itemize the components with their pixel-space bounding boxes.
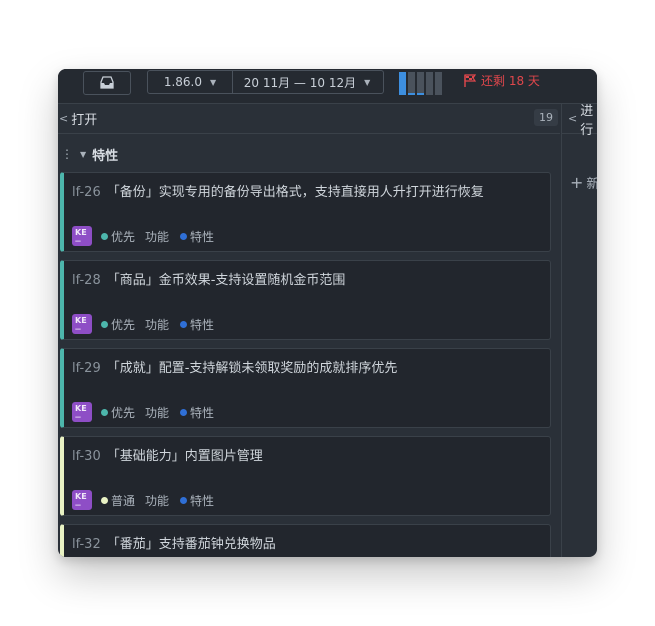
column-title: 进行 xyxy=(580,103,594,138)
column-title: 打开 xyxy=(71,113,98,128)
tag-dot-icon xyxy=(180,320,188,328)
tag-dot-icon xyxy=(180,408,188,416)
type-label[interactable]: 功能 xyxy=(145,404,169,421)
priority-text: 优先 xyxy=(111,405,136,420)
progress-segment xyxy=(408,72,415,95)
tag-text: 特性 xyxy=(190,405,215,420)
drag-handle-icon[interactable]: ⋮ xyxy=(61,147,73,161)
date-range-select[interactable]: 20 11月 — 10 12月 ▼ xyxy=(231,70,384,94)
tag-label[interactable]: 特性 xyxy=(180,404,214,421)
inbox-button[interactable] xyxy=(83,71,131,95)
tag-label[interactable]: 特性 xyxy=(180,316,214,333)
type-label[interactable]: 功能 xyxy=(145,228,169,245)
plus-icon: + xyxy=(570,173,584,192)
tag-text: 特性 xyxy=(190,229,215,244)
priority-text: 优先 xyxy=(111,317,136,332)
progress-segment xyxy=(426,72,433,95)
priority-dot-icon xyxy=(101,408,108,416)
type-label[interactable]: 功能 xyxy=(145,316,169,333)
caret-down-icon: ▼ xyxy=(364,77,371,87)
progress-segment xyxy=(417,72,424,95)
type-label[interactable]: 功能 xyxy=(145,492,169,509)
tag-text: 特性 xyxy=(190,317,215,332)
priority-dot-icon xyxy=(101,232,108,240)
tag-label[interactable]: 特性 xyxy=(180,492,214,509)
progress-segment xyxy=(435,72,442,95)
card-meta: KE — 优先 功能 特性 xyxy=(72,226,214,246)
priority-label[interactable]: 普通 xyxy=(101,492,135,509)
issue-title: 「基础能力」内置图片管理 xyxy=(106,449,263,464)
version-select[interactable]: 1.86.0 ▼ xyxy=(147,70,233,94)
card-title: lf-26 「备份」实现专用的备份导出格式，支持直接用人升打开进行恢复 xyxy=(72,181,484,200)
chevron-left-icon[interactable]: < xyxy=(59,112,68,125)
issue-card[interactable]: lf-32 「番茄」支持番茄钟兑换物品 xyxy=(60,524,551,557)
priority-label[interactable]: 优先 xyxy=(101,404,135,421)
issue-id: lf-30 xyxy=(72,449,101,464)
avatar-initials: KE xyxy=(75,316,87,325)
priority-label[interactable]: 优先 xyxy=(101,316,135,333)
tag-label[interactable]: 特性 xyxy=(180,228,214,245)
card-title: lf-32 「番茄」支持番茄钟兑换物品 xyxy=(72,533,276,552)
avatar-initials: KE xyxy=(75,228,87,237)
triangle-down-icon[interactable]: ▼ xyxy=(80,150,86,159)
priority-dot-icon xyxy=(101,496,108,504)
tag-dot-icon xyxy=(180,496,188,504)
avatar[interactable]: KE — xyxy=(72,402,92,422)
issue-title: 「番茄」支持番茄钟兑换物品 xyxy=(106,537,276,552)
new-issue-button[interactable]: + 新 xyxy=(570,173,597,192)
card-title: lf-29 「成就」配置-支持解锁未领取奖励的成就排序优先 xyxy=(72,357,397,376)
priority-text: 普通 xyxy=(111,493,136,508)
priority-dot-icon xyxy=(101,320,108,328)
chevron-left-icon[interactable]: < xyxy=(568,112,577,125)
card-title: lf-30 「基础能力」内置图片管理 xyxy=(72,445,263,464)
priority-text: 优先 xyxy=(111,229,136,244)
issue-id: lf-28 xyxy=(72,273,101,288)
avatar[interactable]: KE — xyxy=(72,314,92,334)
issue-card[interactable]: lf-26 「备份」实现专用的备份导出格式，支持直接用人升打开进行恢复 KE — 优… xyxy=(60,172,551,252)
issue-id: lf-32 xyxy=(72,537,101,552)
avatar-initials: KE xyxy=(75,404,87,413)
inbox-icon xyxy=(100,76,114,89)
tag-dot-icon xyxy=(180,232,188,240)
issue-id: lf-29 xyxy=(72,361,101,376)
card-meta: KE — 优先 功能 特性 xyxy=(72,402,214,422)
cycle-progress xyxy=(399,72,449,95)
column-count-badge: 19 xyxy=(534,109,558,126)
column-header-in-progress[interactable]: < 进行 xyxy=(561,104,597,138)
avatar[interactable]: KE — xyxy=(72,226,92,246)
avatar[interactable]: KE — xyxy=(72,490,92,510)
column-header-open[interactable]: < 打开 19 xyxy=(58,104,560,134)
issue-card[interactable]: lf-30 「基础能力」内置图片管理 KE — 普通 功能 特性 xyxy=(60,436,551,516)
card-title: lf-28 「商品」金币效果-支持设置随机金币范围 xyxy=(72,269,345,288)
card-meta: KE — 优先 功能 特性 xyxy=(72,314,214,334)
issue-id: lf-26 xyxy=(72,185,101,200)
avatar-initials: KE xyxy=(75,492,87,501)
tag-text: 特性 xyxy=(190,493,215,508)
issue-card[interactable]: lf-28 「商品」金币效果-支持设置随机金币范围 KE — 优先 功能 特性 xyxy=(60,260,551,340)
issue-title: 「商品」金币效果-支持设置随机金币范围 xyxy=(106,273,346,288)
app-window: 1.86.0 ▼ 20 11月 — 10 12月 ▼ 还剩 18 天 < 打开 … xyxy=(58,69,597,557)
issue-title: 「成就」配置-支持解锁未领取奖励的成就排序优先 xyxy=(106,361,398,376)
priority-label[interactable]: 优先 xyxy=(101,228,135,245)
issue-title: 「备份」实现专用的备份导出格式，支持直接用人升打开进行恢复 xyxy=(106,185,484,200)
column-divider xyxy=(561,133,562,557)
date-range-label: 20 11月 — 10 12月 xyxy=(243,75,357,90)
remaining-label: 还剩 18 天 xyxy=(481,74,540,88)
progress-segment xyxy=(399,72,406,95)
group-header[interactable]: ⋮ ▼ 特性 xyxy=(58,145,119,164)
card-meta: KE — 普通 功能 特性 xyxy=(72,490,214,510)
toolbar: 1.86.0 ▼ 20 11月 — 10 12月 ▼ 还剩 18 天 xyxy=(58,69,597,104)
caret-down-icon: ▼ xyxy=(210,77,217,87)
version-label: 1.86.0 xyxy=(163,75,202,89)
flag-icon xyxy=(464,74,477,87)
group-title: 特性 xyxy=(92,148,119,164)
remaining-days: 还剩 18 天 xyxy=(463,72,540,89)
issue-card[interactable]: lf-29 「成就」配置-支持解锁未领取奖励的成就排序优先 KE — 优先 功能 特… xyxy=(60,348,551,428)
new-label: 新 xyxy=(586,177,597,192)
